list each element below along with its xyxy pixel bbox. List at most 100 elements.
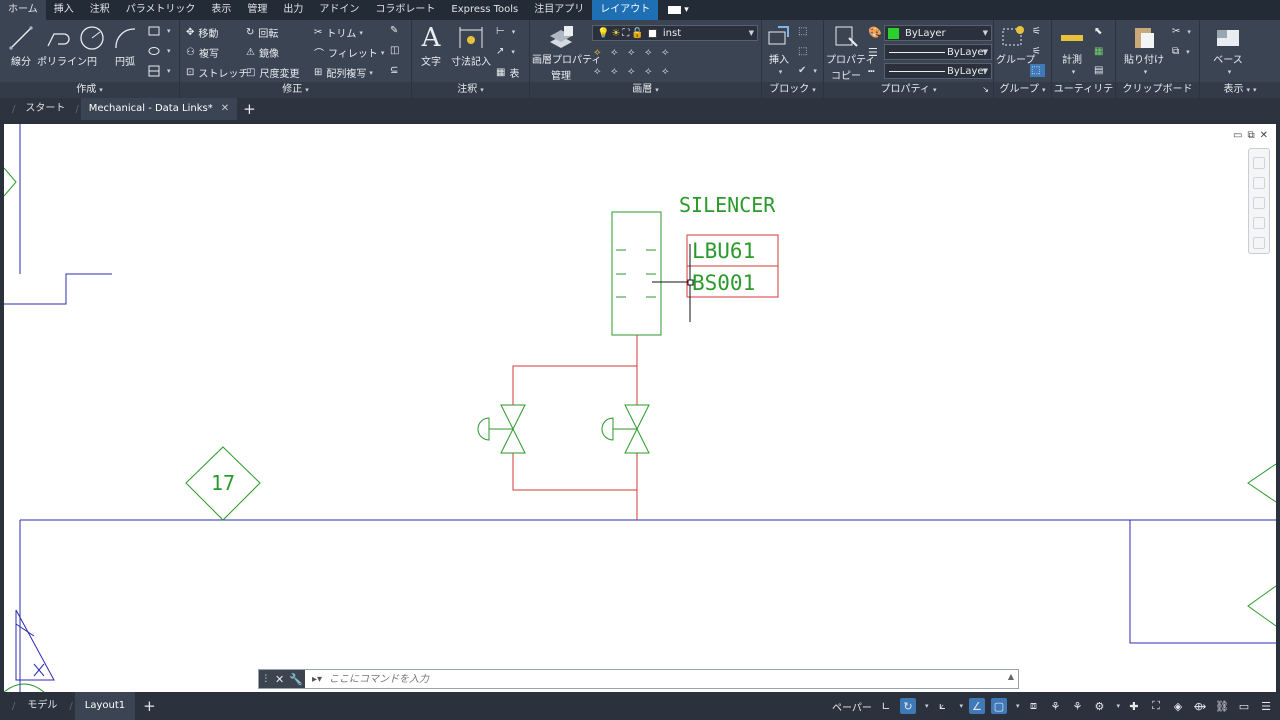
copy-clip-button[interactable]: ⧉ ▾ [1172, 46, 1190, 57]
panel-properties-title[interactable]: プロパティ ▾ ↘ [824, 82, 993, 98]
tab-output[interactable]: 出力 [275, 0, 311, 20]
annotation-monitor-icon[interactable]: ⛶ [1148, 698, 1164, 714]
panel-block-title[interactable]: ブロック ▾ [762, 82, 823, 98]
isodraft-icon[interactable]: ∠ [968, 698, 985, 714]
panel-clipboard-title[interactable]: クリップボード [1116, 82, 1199, 98]
erase-button[interactable]: ✎ [390, 25, 402, 36]
tab-insert[interactable]: 挿入 [46, 0, 82, 20]
chevron-down-icon[interactable]: ▾ [1016, 702, 1020, 710]
paper-space-viewport[interactable]: SILENCER LBU61 BS001 17 ▭ ⧉ ✕ [4, 124, 1276, 692]
mirror-button[interactable]: ⚠ 鏡像 [246, 45, 279, 60]
copy-button[interactable]: ⚇ 複写 [186, 45, 219, 60]
add-layout-button[interactable]: + [143, 697, 156, 715]
grip-icon[interactable]: ⋮ [261, 674, 270, 684]
clean-screen-icon[interactable]: ▭ [1236, 698, 1252, 714]
tab-layout[interactable]: レイアウト [592, 0, 659, 20]
command-prompt-icon[interactable]: ▸▾ [305, 674, 329, 685]
steering-wheel-icon[interactable] [1253, 157, 1265, 169]
offset-button[interactable]: ⊆ [390, 65, 402, 76]
selection-cycling-icon[interactable]: ⧈ [1025, 698, 1041, 714]
close-icon[interactable]: ✕ [221, 103, 229, 114]
layer-tool-icon[interactable]: ⟡ [645, 47, 659, 61]
block-attributes-button[interactable]: ✔ ▾ [798, 65, 817, 76]
trim-button[interactable]: ✂ トリム ▾ [314, 25, 363, 40]
isolate-objects-icon[interactable]: ◈ [1170, 698, 1186, 714]
tab-parametric[interactable]: パラメトリック [118, 0, 204, 20]
text-button[interactable]: A 文字 [416, 24, 446, 68]
create-block-button[interactable]: ⬚ [798, 26, 811, 37]
layer-tool-icon[interactable]: ⟡ [594, 47, 608, 61]
match-properties-button[interactable]: プロパティ コピー [826, 24, 875, 82]
layer-tool-icon[interactable]: ⟡ [662, 47, 676, 61]
dimension-button[interactable]: 寸法記入 [450, 24, 492, 68]
pan-icon[interactable] [1253, 177, 1265, 189]
tab-collaborate[interactable]: コラボレート [367, 0, 443, 20]
panel-view-title[interactable]: 表示 ▾ ▾ [1200, 82, 1280, 98]
ribbon-minimize-button[interactable]: ▾ [668, 0, 689, 20]
layer-tool-icon[interactable]: ⟡ [611, 47, 625, 61]
panel-draw-title[interactable]: 作成 ▾ [0, 82, 179, 98]
tab-home[interactable]: ホーム [0, 0, 46, 20]
cut-button[interactable]: ✂ ▾ [1172, 26, 1191, 37]
valve-right[interactable] [601, 404, 650, 454]
annotation-visibility-icon[interactable]: ⚘ [1047, 698, 1063, 714]
stretch-button[interactable]: ⊡ ストレッチ [186, 65, 248, 80]
new-tab-button[interactable]: + [243, 100, 256, 118]
line-button[interactable]: 線分 [4, 24, 38, 68]
link-icon[interactable]: ⛓ [1214, 698, 1230, 714]
insert-block-button[interactable]: 挿入 ▾ [764, 24, 794, 77]
diamond-marker[interactable]: 17 [185, 446, 261, 521]
circle-button[interactable]: 円 [78, 24, 106, 68]
panel-utilities-title[interactable]: ユーティリティ▾ [1052, 82, 1115, 111]
layer-tool-icon[interactable]: ⟡ [628, 66, 642, 80]
layer-tool-icon[interactable]: ⟡ [594, 66, 608, 80]
explode-button[interactable]: ◫ [390, 45, 403, 56]
layer-tool-icon[interactable]: ⟡ [645, 66, 659, 80]
valve-left[interactable] [477, 404, 526, 454]
rotate-button[interactable]: ↻ 回転 [246, 25, 278, 40]
chevron-down-icon[interactable]: ▾ [1116, 702, 1120, 710]
leader-button[interactable]: ↗ ▾ [496, 46, 515, 57]
scale-button[interactable]: ◰ 尺度変更 [246, 65, 299, 80]
table-button[interactable]: ▦ 表 [496, 65, 519, 80]
polyline-button[interactable]: ポリライン [37, 24, 87, 68]
group-edit-button[interactable]: ⚟ [1032, 46, 1045, 57]
chevron-down-icon[interactable]: ▾ [959, 702, 963, 710]
zoom-icon[interactable] [1253, 197, 1265, 209]
select-all-button[interactable]: ▦ [1094, 46, 1107, 57]
group-select-toggle[interactable]: ⬚ [1030, 64, 1046, 77]
chevron-down-icon[interactable]: ▾ [925, 702, 929, 710]
hardware-acceleration-icon[interactable]: ⟴ [1192, 698, 1208, 714]
panel-layers-title[interactable]: 画層 ▾ [530, 82, 761, 98]
layer-tool-icon[interactable]: ⟡ [628, 47, 642, 61]
ortho-icon[interactable]: ↻ [899, 698, 916, 714]
orbit-icon[interactable] [1253, 217, 1265, 229]
layer-properties-button[interactable]: 画層プロパティ 管理 [532, 24, 601, 82]
hatch-button[interactable]: ▾ [148, 65, 171, 77]
panel-modify-title[interactable]: 修正 ▾ [180, 82, 411, 98]
gear-icon[interactable]: ⚙ [1091, 698, 1107, 714]
tab-mechanical-data-links[interactable]: Mechanical - Data Links* ✕ [80, 98, 238, 120]
fillet-button[interactable]: ⌒ フィレット ▾ [314, 45, 384, 61]
tab-annotate[interactable]: 注釈 [82, 0, 118, 20]
edit-block-button[interactable]: ⬚ [798, 46, 811, 57]
rectangle-button[interactable]: ▾ [148, 26, 171, 36]
lineweight-dropdown[interactable]: ByLayer ▼ [884, 44, 992, 60]
dialog-launcher-icon[interactable]: ↘ [982, 82, 989, 98]
tab-view[interactable]: 表示 [203, 0, 239, 20]
calculator-button[interactable]: ▤ [1094, 65, 1107, 76]
object-snap-icon[interactable]: ▢ [990, 698, 1007, 714]
quick-select-button[interactable]: ⬉ [1094, 26, 1106, 37]
customize-menu-icon[interactable]: ☰ [1258, 698, 1274, 714]
panel-annotation-title[interactable]: 注釈 ▾ [412, 82, 529, 98]
silencer-symbol[interactable] [611, 211, 662, 336]
paste-button[interactable]: 貼り付け ▾ [1124, 24, 1164, 77]
minimize-icon[interactable]: ▭ [1233, 130, 1242, 141]
layer-dropdown[interactable]: 💡 ☀ ⛶ 🔓 inst ▼ [592, 25, 758, 41]
array-button[interactable]: ⊞ 配列複写 ▾ [314, 65, 373, 80]
layout-tab-model[interactable]: モデル [17, 692, 67, 720]
showmotion-icon[interactable] [1253, 237, 1265, 249]
command-history-button[interactable]: ▲ [1008, 672, 1014, 681]
command-input[interactable] [329, 673, 969, 685]
base-view-button[interactable]: ベース ▾ [1208, 24, 1248, 77]
